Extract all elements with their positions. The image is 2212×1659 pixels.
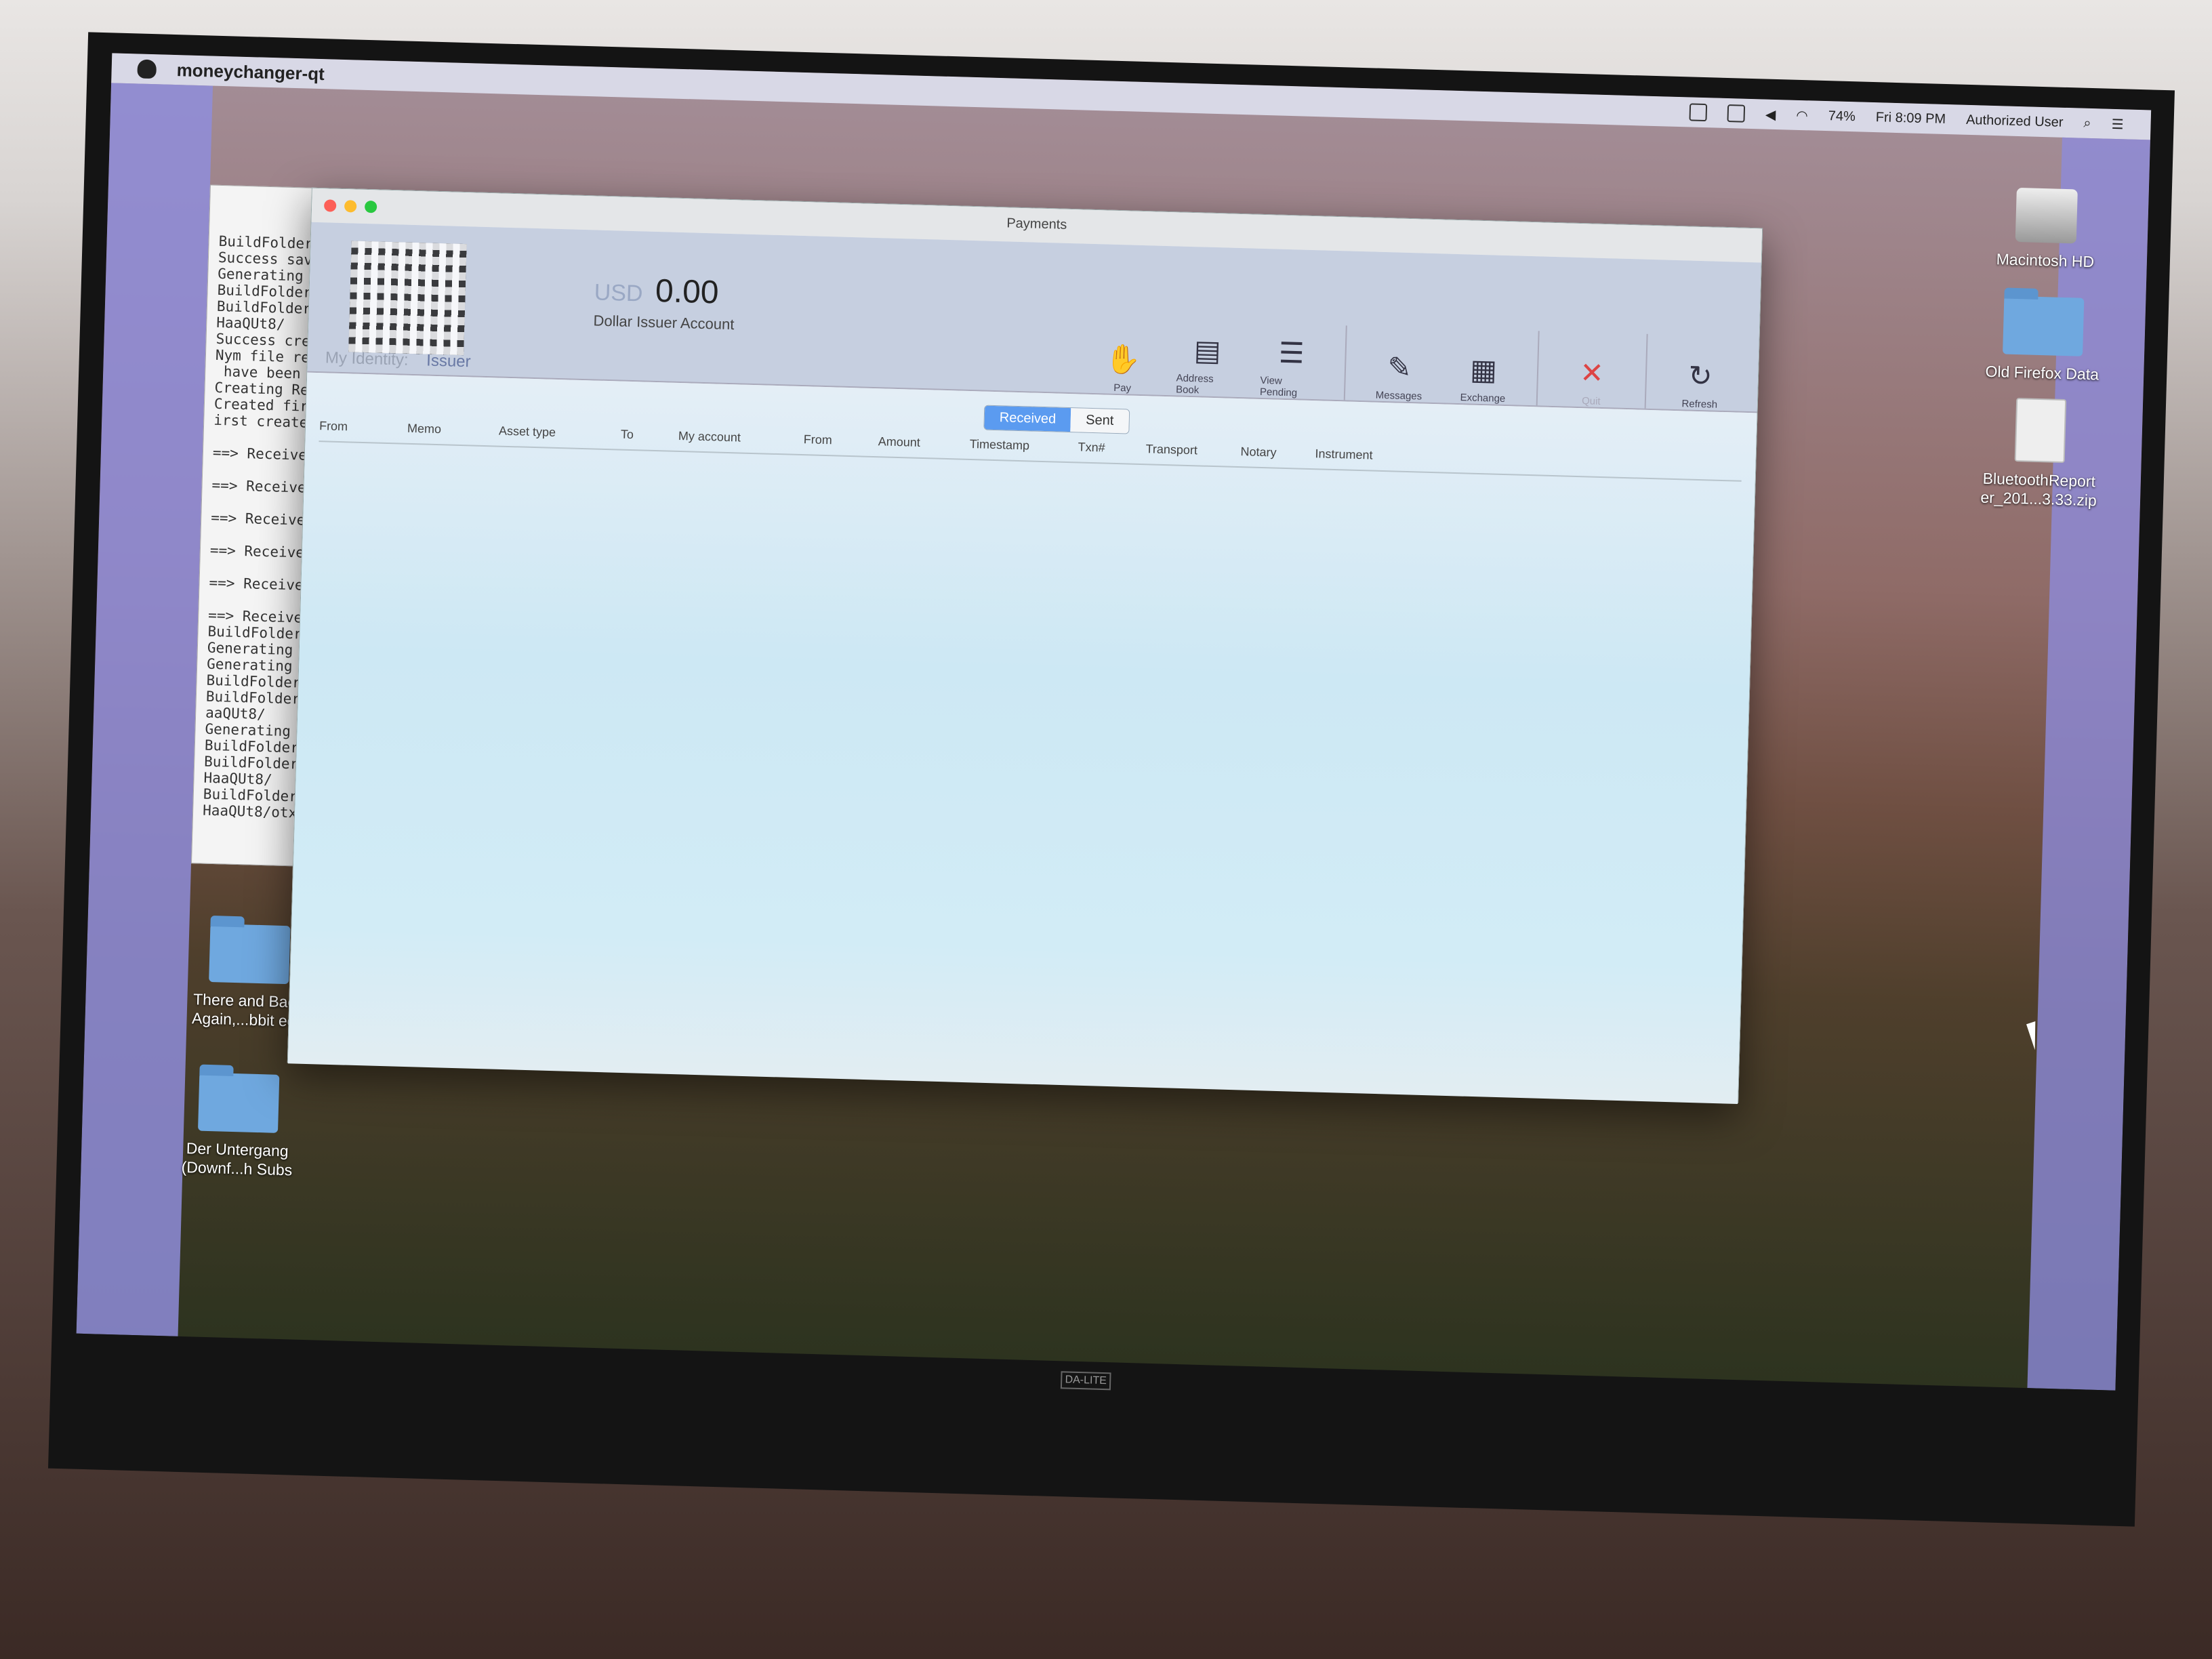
account-name: Dollar Issuer Account bbox=[593, 312, 735, 333]
messages-button[interactable]: ✎ Messages bbox=[1368, 348, 1431, 403]
messages-label: Messages bbox=[1375, 389, 1422, 403]
column-from[interactable]: From bbox=[319, 413, 408, 443]
tab-sent[interactable]: Sent bbox=[1070, 408, 1129, 434]
column-transport[interactable]: Transport bbox=[1145, 436, 1241, 466]
desktop-file-bluetooth-report[interactable]: BluetoothReport er_201...3.33.zip bbox=[1971, 396, 2109, 510]
column-timestamp[interactable]: Timestamp bbox=[969, 432, 1078, 462]
desktop-icon-label: BluetoothReport er_201...3.33.zip bbox=[1980, 469, 2097, 510]
column-notary[interactable]: Notary bbox=[1240, 439, 1315, 468]
column-amount[interactable]: Amount bbox=[878, 429, 970, 459]
desktop-icon-label: Der Untergang (Downf...h Subs bbox=[181, 1139, 293, 1179]
apple-icon[interactable] bbox=[137, 59, 157, 79]
exchange-icon: ▦ bbox=[1469, 353, 1498, 386]
pen-icon: ✎ bbox=[1387, 350, 1412, 384]
folder-icon bbox=[2003, 295, 2085, 356]
exchange-button[interactable]: ▦ Exchange bbox=[1452, 351, 1515, 405]
folder-icon bbox=[197, 1072, 280, 1133]
column-memo[interactable]: Memo bbox=[407, 416, 499, 446]
exchange-label: Exchange bbox=[1460, 392, 1506, 405]
battery-percent[interactable]: 74% bbox=[1828, 108, 1856, 125]
column-from-2[interactable]: From bbox=[803, 427, 878, 456]
toolbar-separator bbox=[1644, 333, 1648, 409]
status-area: ◀ ◠ 74% Fri 8:09 PM Authorized User ⌕ ☰ bbox=[1689, 103, 2124, 133]
address-book-label: Address Book bbox=[1175, 372, 1214, 396]
identity-label: My Identity: bbox=[325, 348, 409, 369]
desktop-disk-macintosh-hd[interactable]: Macintosh HD bbox=[1978, 186, 2115, 272]
toolbar-separator bbox=[1536, 331, 1540, 406]
user-name[interactable]: Authorized User bbox=[1966, 112, 2064, 130]
view-pending-button[interactable]: ☰ View Pending bbox=[1260, 334, 1323, 399]
refresh-icon: ↻ bbox=[1687, 359, 1713, 392]
tab-received[interactable]: Received bbox=[984, 405, 1071, 432]
sync-icon[interactable] bbox=[1689, 103, 1708, 122]
received-sent-tabs: Received Sent bbox=[983, 405, 1130, 434]
close-icon: ✕ bbox=[1579, 356, 1605, 389]
identity-row: My Identity: Issuer bbox=[325, 348, 471, 371]
pay-label: Pay bbox=[1113, 382, 1132, 394]
refresh-button[interactable]: ↻ Refresh bbox=[1669, 357, 1732, 411]
projector-screen: moneychanger-qt ◀ ◠ 74% Fri 8:09 PM Auth… bbox=[48, 32, 2175, 1527]
desktop-folder-old-firefox[interactable]: Old Firefox Data bbox=[1974, 295, 2112, 384]
volume-icon[interactable]: ◀ bbox=[1765, 106, 1776, 123]
currency-code: USD bbox=[594, 279, 644, 307]
clock[interactable]: Fri 8:09 PM bbox=[1875, 110, 1946, 127]
desktop-icon-label: Macintosh HD bbox=[1996, 250, 2095, 271]
zip-file-icon bbox=[2014, 398, 2067, 464]
payments-content: Received Sent From Memo Asset type To My… bbox=[287, 372, 1757, 1104]
column-to[interactable]: To bbox=[620, 422, 678, 451]
wifi-icon[interactable]: ◠ bbox=[1796, 106, 1808, 123]
address-book-button[interactable]: ▤ Address Book bbox=[1176, 331, 1239, 396]
desktop: moneychanger-qt ◀ ◠ 74% Fri 8:09 PM Auth… bbox=[76, 53, 2152, 1391]
list-icon[interactable]: ☰ bbox=[2111, 115, 2124, 132]
airplay-icon[interactable] bbox=[1727, 104, 1746, 123]
toolbar-separator bbox=[1343, 325, 1347, 401]
identity-value[interactable]: Issuer bbox=[426, 352, 471, 371]
quit-button[interactable]: ✕ Quit bbox=[1561, 354, 1623, 407]
folder-icon bbox=[209, 923, 291, 985]
quit-label: Quit bbox=[1581, 395, 1601, 407]
balance-amount: 0.00 bbox=[655, 272, 720, 311]
balance-display[interactable]: USD 0.00 Dollar Issuer Account bbox=[593, 270, 735, 333]
refresh-label: Refresh bbox=[1681, 398, 1718, 411]
pay-button[interactable]: ✋ Pay bbox=[1092, 341, 1154, 394]
search-icon[interactable]: ⌕ bbox=[2083, 115, 2091, 131]
qr-code bbox=[348, 241, 467, 356]
desktop-folder-der-untergang[interactable]: Der Untergang (Downf...h Subs bbox=[155, 1071, 321, 1181]
screen-brand-logo: DA-LITE bbox=[1060, 1371, 1111, 1391]
view-pending-label: View Pending bbox=[1259, 374, 1298, 399]
app-menu-title[interactable]: moneychanger-qt bbox=[176, 60, 325, 85]
list-icon: ☰ bbox=[1278, 336, 1305, 369]
column-asset-type[interactable]: Asset type bbox=[498, 419, 621, 449]
address-book-icon: ▤ bbox=[1193, 333, 1222, 367]
pay-icon: ✋ bbox=[1105, 342, 1142, 375]
column-txn[interactable]: Txn# bbox=[1078, 434, 1146, 464]
desktop-icon-label: Old Firefox Data bbox=[1985, 362, 2100, 384]
column-my-account[interactable]: My account bbox=[678, 424, 804, 454]
payments-window[interactable]: Payments My Identity: Issuer USD 0.00 Do… bbox=[287, 187, 1763, 1104]
column-instrument[interactable]: Instrument bbox=[1315, 441, 1424, 471]
hard-disk-icon bbox=[2015, 187, 2078, 244]
